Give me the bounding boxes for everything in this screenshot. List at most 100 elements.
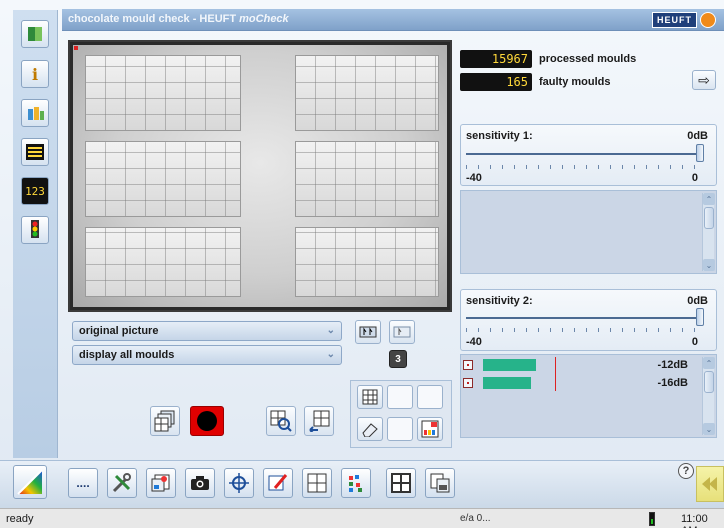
bottles-icon[interactable] <box>21 99 49 127</box>
sensitivity2-title: sensitivity 2: <box>466 295 533 307</box>
view-controls <box>68 368 344 448</box>
numbers-123-icon[interactable]: 123 <box>21 177 49 205</box>
grid-tools <box>350 380 452 448</box>
window-title: chocolate mould check - HEUFT moCheck <box>68 13 289 25</box>
chevron-down-icon: ⌄ <box>326 325 335 336</box>
camera-image[interactable] <box>68 40 452 312</box>
mould-cavity <box>295 227 439 297</box>
sensitivity1-slider-track[interactable] <box>466 153 698 155</box>
zoom-grid-icon[interactable] <box>266 406 296 436</box>
status-text: ready <box>6 513 34 525</box>
more-button[interactable]: .... <box>68 468 98 498</box>
empty-slot-button[interactable] <box>387 385 413 409</box>
scroll-down-icon[interactable]: ⌄ <box>703 259 715 271</box>
scrollbar[interactable]: ⌃ ⌄ <box>702 357 715 435</box>
display-grid-icon[interactable] <box>386 468 416 498</box>
camera-side-a-icon[interactable] <box>355 320 381 344</box>
mould-cavity <box>295 55 439 131</box>
picture-mode-value: original picture <box>79 325 159 337</box>
title-bar: chocolate mould check - HEUFT moCheck HE… <box>62 9 724 31</box>
image-edit-icon[interactable] <box>146 468 176 498</box>
scroll-down-icon[interactable]: ⌄ <box>703 423 715 435</box>
level-bar <box>483 377 531 389</box>
left-toolbar: i 123 <box>13 10 58 458</box>
camera-number-badge[interactable]: 3 <box>389 350 407 368</box>
sensitivity2-slider-handle[interactable] <box>696 308 704 326</box>
status-bar: ready e/a 0... 11:00 AM <box>0 508 724 528</box>
mould-cavity <box>85 141 241 217</box>
scroll-thumb[interactable] <box>704 371 714 393</box>
network-indicator: e/a 0... <box>460 513 491 524</box>
brush-icon[interactable] <box>263 468 293 498</box>
level-value: -12dB <box>657 359 688 371</box>
level-row[interactable]: -16dB <box>463 376 688 390</box>
record-button[interactable] <box>190 406 224 436</box>
mould-cavity <box>85 227 241 297</box>
sensitivity1-min: -40 <box>466 172 482 184</box>
door-icon[interactable] <box>21 20 49 48</box>
logo-emblem-icon <box>700 12 716 28</box>
mould-cavity <box>295 141 439 217</box>
logo-wordmark: HEUFT <box>652 12 697 28</box>
sensitivity1-title: sensitivity 1: <box>466 130 533 142</box>
info-icon[interactable]: i <box>21 60 49 88</box>
faulty-counter: 165 <box>460 73 532 91</box>
dots-pattern-icon[interactable] <box>341 468 371 498</box>
sensitivity2-max: 0 <box>691 336 698 348</box>
eraser-icon[interactable] <box>357 417 383 441</box>
counter-display-icon[interactable] <box>21 138 49 166</box>
sensitivity2-scale <box>466 328 698 332</box>
faulty-label: faulty moulds <box>539 76 611 88</box>
rewind-button[interactable] <box>696 466 724 502</box>
camera-marker <box>74 46 78 50</box>
chevron-down-icon: ⌄ <box>326 349 335 360</box>
sensitivity2-db: 0dB <box>687 295 708 307</box>
level-checkbox[interactable] <box>463 378 473 388</box>
color-grid-icon[interactable] <box>417 417 443 441</box>
crosshair-icon[interactable] <box>224 468 254 498</box>
sensitivity1-max: 0 <box>691 172 698 184</box>
sensitivity2-slider-track[interactable] <box>466 317 698 319</box>
multi-image-icon[interactable] <box>150 406 180 436</box>
grid-view-icon[interactable] <box>357 385 383 409</box>
camera-side-b-icon[interactable] <box>389 320 415 344</box>
camera-icon[interactable] <box>185 468 215 498</box>
picture-mode-select[interactable]: original picture ⌄ <box>72 321 342 341</box>
heuft-logo: HEUFT <box>652 12 716 28</box>
sensitivity1-db: 0dB <box>687 130 708 142</box>
help-icon[interactable]: ? <box>678 463 694 479</box>
clock: 11:00 AM <box>681 513 708 528</box>
battery-icon <box>649 512 655 526</box>
record-icon <box>197 411 217 431</box>
copy-icon[interactable] <box>425 468 455 498</box>
grid-icon[interactable] <box>302 468 332 498</box>
camera-tools: 3 <box>347 318 453 376</box>
product-name: moCheck <box>239 13 289 25</box>
gradient-logo-icon[interactable] <box>13 465 47 499</box>
scroll-up-icon[interactable]: ⌃ <box>703 193 715 205</box>
level-row[interactable]: -12dB <box>463 358 688 372</box>
scroll-thumb[interactable] <box>704 207 714 229</box>
level-checkbox[interactable] <box>463 360 473 370</box>
traffic-light-icon[interactable] <box>21 216 49 244</box>
sensitivity1-scale <box>466 165 698 169</box>
mould-picture <box>73 45 447 307</box>
sensitivity1-slider-handle[interactable] <box>696 144 704 162</box>
scroll-up-icon[interactable]: ⌃ <box>703 357 715 369</box>
tools-icon[interactable] <box>107 468 137 498</box>
processed-label: processed moulds <box>539 53 637 65</box>
arrow-right-icon[interactable]: ⇨ <box>692 70 716 90</box>
sensitivity2-min: -40 <box>466 336 482 348</box>
scrollbar[interactable]: ⌃ ⌄ <box>702 193 715 271</box>
mould-cavity <box>85 55 241 131</box>
empty-slot-button[interactable] <box>417 385 443 409</box>
camera-number: 3 <box>395 353 401 365</box>
empty-slot-button[interactable] <box>387 417 413 441</box>
sensitivity1-panel: sensitivity 1: 0dB -40 0 <box>460 124 717 186</box>
mould-display-value: display all moulds <box>79 349 175 361</box>
import-grid-icon[interactable] <box>304 406 334 436</box>
processed-counter: 15967 <box>460 50 532 68</box>
sensitivity2-panel: sensitivity 2: 0dB -40 0 <box>460 289 717 351</box>
sensitivity1-list[interactable]: ⌃ ⌄ <box>460 190 717 274</box>
mould-display-select[interactable]: display all moulds ⌄ <box>72 345 342 365</box>
